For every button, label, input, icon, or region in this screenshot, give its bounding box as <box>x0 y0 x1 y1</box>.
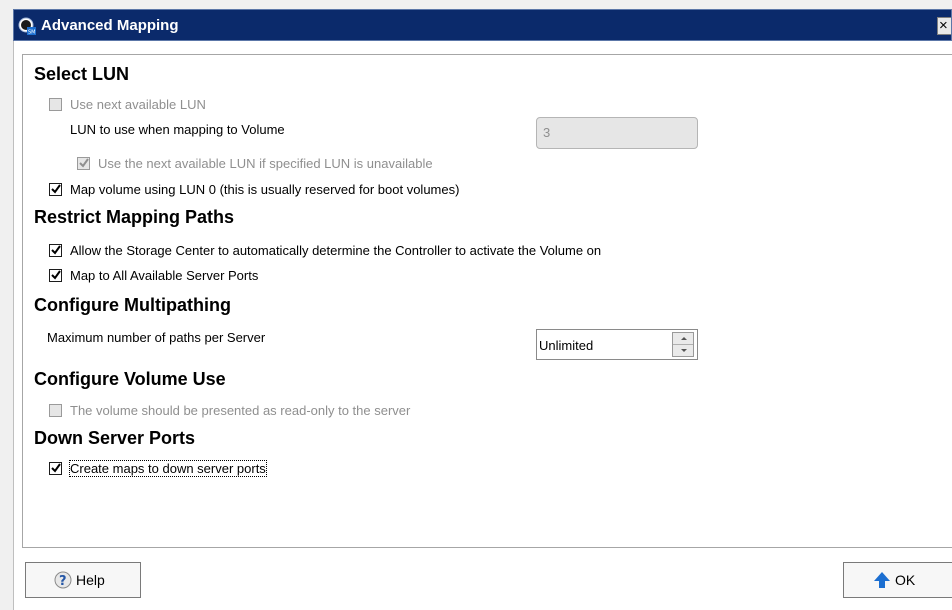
arrow-up-icon <box>874 572 890 588</box>
checkbox-label: Allow the Storage Center to automaticall… <box>70 243 602 258</box>
checkbox-box <box>49 269 62 282</box>
checkbox-label: Create maps to down server ports <box>69 460 267 477</box>
title-bar: SM Advanced Mapping × <box>13 9 952 41</box>
ok-button-label: OK <box>895 572 916 588</box>
help-icon: ? <box>54 571 72 589</box>
lun-number-field[interactable]: 3 <box>536 117 698 149</box>
help-button[interactable]: ? Help <box>25 562 141 598</box>
section-title-multipathing: Configure Multipathing <box>34 295 231 315</box>
spin-down-button[interactable] <box>673 345 693 357</box>
auto-controller-checkbox[interactable]: Allow the Storage Center to automaticall… <box>49 243 601 258</box>
checkbox-box <box>77 157 90 170</box>
create-maps-down-ports-checkbox[interactable]: Create maps to down server ports <box>49 460 267 477</box>
use-next-if-unavailable-checkbox[interactable]: Use the next available LUN if specified … <box>77 156 433 171</box>
checkbox-label: Map volume using LUN 0 (this is usually … <box>70 182 460 197</box>
max-paths-spinner[interactable]: Unlimited <box>536 329 698 360</box>
section-title-restrict-paths: Restrict Mapping Paths <box>34 207 235 227</box>
checkbox-box <box>49 462 62 475</box>
checkbox-label: The volume should be presented as read-o… <box>70 403 411 418</box>
lun-to-use-label: LUN to use when mapping to Volume <box>70 122 285 137</box>
checkbox-label: Use the next available LUN if specified … <box>98 156 433 171</box>
checkmark-icon <box>51 184 61 194</box>
svg-text:?: ? <box>59 574 67 589</box>
svg-text:SM: SM <box>28 30 36 36</box>
section-title-volume-use: Configure Volume Use <box>34 369 226 389</box>
spinner-buttons <box>672 332 694 357</box>
checkbox-label: Use next available LUN <box>70 97 206 112</box>
checkmark-icon <box>79 158 89 168</box>
dialog-body: Select LUN Use next available LUN LUN to… <box>13 41 952 610</box>
section-title-down-ports: Down Server Ports <box>34 428 196 448</box>
checkbox-box <box>49 183 62 196</box>
checkbox-box <box>49 98 62 111</box>
close-button[interactable]: × <box>937 17 951 35</box>
checkmark-icon <box>51 270 61 280</box>
checkbox-box <box>49 244 62 257</box>
checkmark-icon <box>51 463 61 473</box>
ok-button[interactable]: OK <box>843 562 952 598</box>
checkbox-box <box>49 404 62 417</box>
close-icon: × <box>939 17 948 34</box>
map-lun0-checkbox[interactable]: Map volume using LUN 0 (this is usually … <box>49 182 459 197</box>
spin-up-button[interactable] <box>673 333 693 345</box>
max-paths-label: Maximum number of paths per Server <box>47 330 266 345</box>
options-panel: Select LUN Use next available LUN LUN to… <box>22 54 952 548</box>
app-icon: SM <box>18 17 36 35</box>
help-button-label: Help <box>76 572 105 588</box>
checkbox-label: Map to All Available Server Ports <box>70 268 259 283</box>
read-only-checkbox[interactable]: The volume should be presented as read-o… <box>49 403 410 418</box>
window-title: Advanced Mapping <box>41 17 179 34</box>
use-next-available-lun-checkbox[interactable]: Use next available LUN <box>49 97 206 112</box>
spinner-value: Unlimited <box>539 338 594 353</box>
section-title-select-lun: Select LUN <box>34 64 130 84</box>
all-ports-checkbox[interactable]: Map to All Available Server Ports <box>49 268 258 283</box>
checkmark-icon <box>51 245 61 255</box>
